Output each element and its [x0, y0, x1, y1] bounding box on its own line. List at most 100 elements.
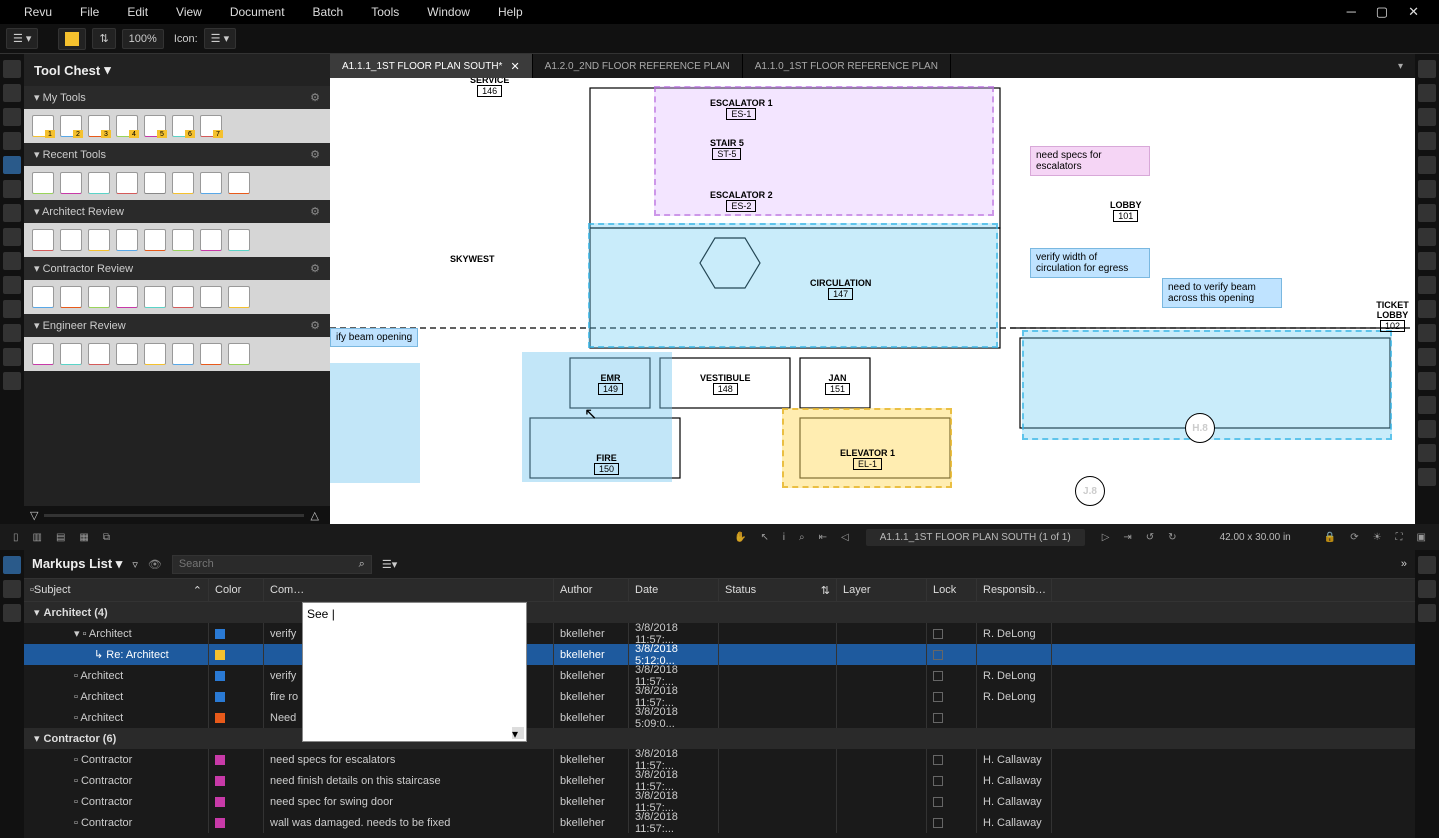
split-horizontal-icon[interactable]: ▤ — [51, 530, 70, 545]
tool-section-engineer-review[interactable]: ▾ Engineer Review⚙ — [24, 314, 330, 337]
signatures-icon[interactable] — [3, 324, 21, 342]
tool-item[interactable] — [32, 286, 54, 308]
prev-page-icon[interactable]: ◁ — [836, 530, 854, 545]
menu-view[interactable]: View — [162, 5, 216, 19]
first-page-icon[interactable]: ⇤ — [814, 530, 832, 545]
tab-2nd-floor-ref[interactable]: A1.2.0_2ND FLOOR REFERENCE PLAN — [533, 54, 743, 78]
markup-row[interactable]: ▫ Contractorneed specs for escalatorsbke… — [24, 749, 1415, 770]
markup-group[interactable]: ▾ Contractor (6) — [24, 728, 1415, 749]
pen-tool-icon[interactable] — [1418, 108, 1436, 126]
links-icon[interactable] — [3, 276, 21, 294]
markup-row[interactable]: ▾ ▫ Architectverifybkelleher3/8/2018 11:… — [24, 623, 1415, 644]
menu-batch[interactable]: Batch — [299, 5, 358, 19]
stamp-tool-icon[interactable] — [1418, 300, 1436, 318]
tool-item[interactable] — [228, 229, 250, 251]
col-color[interactable]: Color — [209, 579, 264, 601]
layers-icon[interactable] — [3, 132, 21, 150]
tool-item[interactable] — [116, 229, 138, 251]
markup-row[interactable]: ▫ ArchitectNeedbkelleher3/8/2018 5:09:0.… — [24, 707, 1415, 728]
tool-item[interactable] — [200, 343, 222, 365]
text-select-icon[interactable]: Ꭵ — [778, 530, 790, 545]
file-access-icon[interactable] — [3, 108, 21, 126]
spaces-icon[interactable] — [3, 348, 21, 366]
menu-document[interactable]: Document — [216, 5, 299, 19]
col-lock[interactable]: Lock — [927, 579, 977, 601]
tool-chest-title[interactable]: Tool Chest ▾ — [24, 54, 330, 86]
drawing-canvas[interactable]: SERVICE146ESCALATOR 1ES-1STAIR 5ST-5ESCA… — [330, 78, 1415, 524]
tool-item[interactable] — [200, 172, 222, 194]
markup-group[interactable]: ▾ Architect (4) — [24, 602, 1415, 623]
dimension-tool-icon[interactable] — [1418, 324, 1436, 342]
tab-floor-plan-south[interactable]: A1.1.1_1ST FLOOR PLAN SOUTH*✕ — [330, 54, 533, 78]
gear-icon[interactable]: ⚙ — [310, 262, 320, 275]
maximize-button[interactable]: ▢ — [1376, 4, 1388, 20]
lock-checkbox[interactable] — [933, 713, 943, 723]
menu-tools[interactable]: Tools — [357, 5, 413, 19]
gear-icon[interactable]: ⚙ — [310, 319, 320, 332]
menu-revu[interactable]: Revu — [10, 5, 66, 19]
rotate-icon[interactable]: ⟳ — [1345, 530, 1363, 545]
markup-row[interactable]: ▫ Contractorwall was damaged. needs to b… — [24, 812, 1415, 833]
3d-icon[interactable] — [3, 604, 21, 622]
markup-row[interactable]: ↳ Re: Architectbkelleher3/8/2018 5:12:0.… — [24, 644, 1415, 665]
text-tool-icon[interactable] — [1418, 60, 1436, 78]
thumbnails-icon[interactable] — [3, 60, 21, 78]
zoom-out-icon[interactable]: ▽ — [30, 509, 38, 522]
next-view-icon[interactable]: ↻ — [1163, 530, 1181, 545]
close-tab-icon[interactable]: ✕ — [510, 60, 519, 73]
lock-checkbox[interactable] — [933, 755, 943, 765]
tool-item[interactable] — [228, 286, 250, 308]
tool-item[interactable]: 5 — [144, 115, 166, 137]
col-comments[interactable]: Com… — [264, 579, 554, 601]
markup-callout[interactable]: need specs for escalators — [1030, 146, 1150, 176]
tool-item[interactable]: 1 — [32, 115, 54, 137]
lock-checkbox[interactable] — [933, 629, 943, 639]
profile-dropdown[interactable]: ☰ ▾ — [6, 28, 38, 49]
markup-row[interactable]: ▫ Contractorneed finish details on this … — [24, 770, 1415, 791]
tabs-menu-icon[interactable]: ▾ — [1386, 54, 1415, 78]
tool-section-contractor-review[interactable]: ▾ Contractor Review⚙ — [24, 257, 330, 280]
fit-page-icon[interactable]: ⛶ — [1391, 530, 1408, 545]
lock-checkbox[interactable] — [933, 776, 943, 786]
tool-item[interactable] — [116, 286, 138, 308]
col-subject[interactable]: ▫ Subject ⌃ — [24, 579, 209, 601]
icon-style-dropdown[interactable]: ☰ ▾ — [204, 28, 236, 49]
tool-item[interactable] — [88, 286, 110, 308]
callout-tool-icon[interactable] — [1418, 420, 1436, 438]
last-page-icon[interactable]: ⇥ — [1118, 530, 1136, 545]
filter-icon[interactable]: ▿ — [132, 558, 138, 571]
tool-item[interactable]: 4 — [116, 115, 138, 137]
line-tool-icon[interactable] — [1418, 156, 1436, 174]
col-status[interactable]: Status⇅ — [719, 579, 837, 601]
lock-checkbox[interactable] — [933, 671, 943, 681]
menu-edit[interactable]: Edit — [113, 5, 162, 19]
select-tool-icon[interactable]: ↖ — [756, 530, 774, 545]
lock-checkbox[interactable] — [933, 797, 943, 807]
fill-color-button[interactable] — [58, 28, 86, 50]
multi-page-icon[interactable]: ▦ — [74, 530, 93, 545]
ellipse-tool-icon[interactable] — [1418, 228, 1436, 246]
tool-item[interactable] — [172, 286, 194, 308]
sets-icon[interactable] — [3, 252, 21, 270]
tab-1st-floor-ref[interactable]: A1.1.0_1ST FLOOR REFERENCE PLAN — [743, 54, 951, 78]
markup-row[interactable]: ▫ Architectfire robkelleher3/8/2018 11:5… — [24, 686, 1415, 707]
presentation-icon[interactable]: ▣ — [1412, 530, 1431, 545]
pan-tool-icon[interactable]: ✋ — [729, 530, 751, 545]
menu-file[interactable]: File — [66, 5, 113, 19]
forms-icon[interactable] — [3, 300, 21, 318]
dimmer-icon[interactable]: ☀ — [1368, 530, 1387, 545]
minimize-button[interactable]: ─ — [1347, 4, 1356, 20]
next-page-icon[interactable]: ▷ — [1097, 530, 1115, 545]
col-responsibility[interactable]: Responsib… — [977, 579, 1052, 601]
markup-row[interactable]: ▫ Architectverifybkelleher3/8/2018 11:57… — [24, 665, 1415, 686]
expand-panel-icon[interactable]: » — [1401, 558, 1407, 570]
tool-item[interactable]: 2 — [60, 115, 82, 137]
search-icon[interactable]: ⌕ — [359, 558, 365, 571]
markup-callout[interactable]: need to verify beam across this opening — [1162, 278, 1282, 308]
tool-section-architect-review[interactable]: ▾ Architect Review⚙ — [24, 200, 330, 223]
zoom-level[interactable]: 100% — [122, 29, 164, 49]
menu-help[interactable]: Help — [484, 5, 537, 19]
note-tool-icon[interactable] — [1418, 84, 1436, 102]
tool-item[interactable] — [60, 286, 82, 308]
eraser-tool-icon[interactable] — [1418, 468, 1436, 486]
